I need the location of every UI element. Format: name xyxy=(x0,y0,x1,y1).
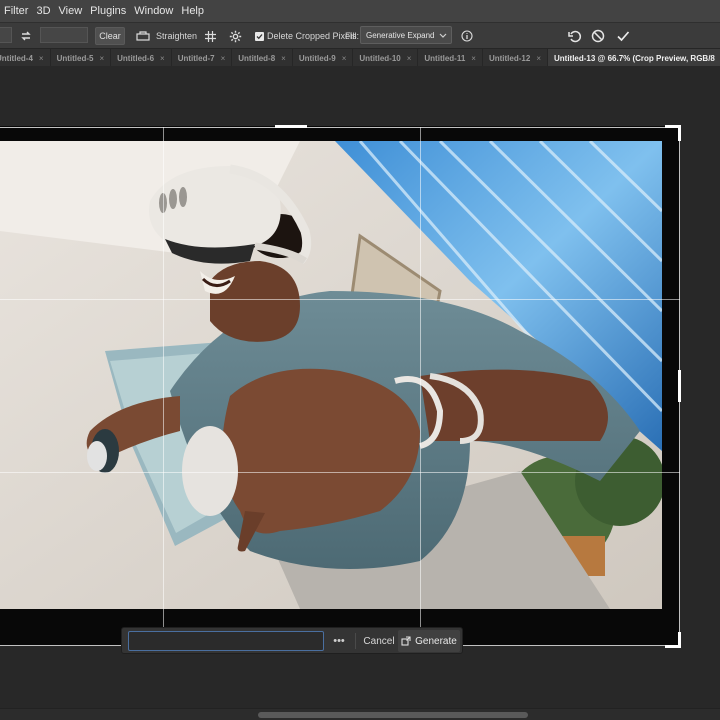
grid-overlay-icon[interactable] xyxy=(202,28,218,44)
menu-3d[interactable]: 3D xyxy=(36,5,50,17)
delete-cropped-label[interactable]: Delete Cropped Pixels xyxy=(267,31,357,41)
horizontal-scrollbar[interactable] xyxy=(0,708,720,720)
fill-label: Fill: xyxy=(345,31,359,41)
close-icon[interactable]: × xyxy=(342,54,347,63)
close-icon[interactable]: × xyxy=(471,54,476,63)
crop-handle-right[interactable] xyxy=(678,370,681,402)
cancel-button[interactable]: Cancel xyxy=(362,631,396,651)
tab-label: Untitled-8 xyxy=(238,53,276,63)
clear-button[interactable]: Clear xyxy=(95,27,125,45)
width-field[interactable] xyxy=(0,27,12,43)
menu-bar: Filter 3D View Plugins Window Help xyxy=(0,0,720,22)
tab-label: Untitled-12 xyxy=(488,53,531,63)
close-icon[interactable]: × xyxy=(99,54,104,63)
crop-bounding-box[interactable] xyxy=(0,127,680,646)
crop-handle-top[interactable] xyxy=(275,125,307,128)
generate-label: Generate xyxy=(415,635,457,647)
tab-untitled-13[interactable]: Untitled-13 @ 66.7% (Crop Preview, RGB/8 xyxy=(547,49,720,66)
tab-label: Untitled-11 xyxy=(424,53,466,63)
close-icon[interactable]: × xyxy=(536,54,541,63)
cancel-circle-icon[interactable] xyxy=(590,28,606,44)
menu-help[interactable]: Help xyxy=(181,5,204,17)
scrollbar-thumb[interactable] xyxy=(258,712,528,718)
close-icon[interactable]: × xyxy=(407,54,412,63)
menu-plugins[interactable]: Plugins xyxy=(90,5,126,17)
info-icon[interactable] xyxy=(459,28,475,44)
crop-handle-top-right-vertical[interactable] xyxy=(678,125,681,141)
tab-label: Untitled-4 xyxy=(0,53,33,63)
close-icon[interactable]: × xyxy=(281,54,286,63)
reset-icon[interactable] xyxy=(567,28,583,44)
more-options-button[interactable]: ••• xyxy=(328,631,350,651)
delete-cropped-checkbox[interactable] xyxy=(255,32,264,41)
prompt-input[interactable] xyxy=(128,631,324,651)
generative-expand-bar: ••• Cancel Generate xyxy=(121,627,463,654)
tab-label: Untitled-6 xyxy=(117,53,155,63)
options-bar: Clear Straighten Delete Cropped Pixels F… xyxy=(0,22,720,48)
straighten-label[interactable]: Straighten xyxy=(156,31,197,41)
fill-select-value: Generative Expand xyxy=(366,30,435,40)
menu-filter[interactable]: Filter xyxy=(4,5,28,17)
menu-window[interactable]: Window xyxy=(134,5,173,17)
tab-label: Untitled-13 @ 66.7% (Crop Preview, RGB/8 xyxy=(553,53,715,63)
chevron-down-icon xyxy=(439,33,447,38)
tab-label: Untitled-9 xyxy=(298,53,336,63)
tab-untitled-6[interactable]: Untitled-6 × xyxy=(111,49,172,66)
tab-untitled-8[interactable]: Untitled-8 × xyxy=(232,49,293,66)
close-icon[interactable]: × xyxy=(221,54,226,63)
tab-untitled-9[interactable]: Untitled-9 × xyxy=(293,49,354,66)
straighten-level-icon[interactable] xyxy=(135,28,151,44)
close-icon[interactable]: × xyxy=(160,54,165,63)
swap-arrows-icon[interactable] xyxy=(18,28,34,44)
generate-expand-icon xyxy=(401,636,411,646)
fill-select[interactable]: Generative Expand xyxy=(360,26,452,44)
tab-untitled-10[interactable]: Untitled-10 × xyxy=(353,49,419,66)
divider xyxy=(355,633,356,649)
gear-icon[interactable] xyxy=(227,28,243,44)
tab-untitled-4[interactable]: Untitled-4 × xyxy=(0,49,51,66)
tab-label: Untitled-5 xyxy=(56,53,94,63)
crop-handle-bottom-right-vertical[interactable] xyxy=(678,632,681,648)
tab-untitled-11[interactable]: Untitled-11 × xyxy=(418,49,483,66)
tab-label: Untitled-10 xyxy=(359,53,401,63)
tab-untitled-5[interactable]: Untitled-5 × xyxy=(51,49,112,66)
document-tabs: Untitled-4 × Untitled-5 × Untitled-6 × Unti… xyxy=(0,48,720,66)
tab-untitled-12[interactable]: Untitled-12 × xyxy=(483,49,548,66)
generate-button[interactable]: Generate xyxy=(398,630,460,652)
tab-untitled-7[interactable]: Untitled-7 × xyxy=(172,49,233,66)
height-field[interactable] xyxy=(40,27,88,43)
checkmark-icon[interactable] xyxy=(615,28,631,44)
menu-view[interactable]: View xyxy=(59,5,83,17)
tab-label: Untitled-7 xyxy=(177,53,215,63)
close-icon[interactable]: × xyxy=(39,54,44,63)
